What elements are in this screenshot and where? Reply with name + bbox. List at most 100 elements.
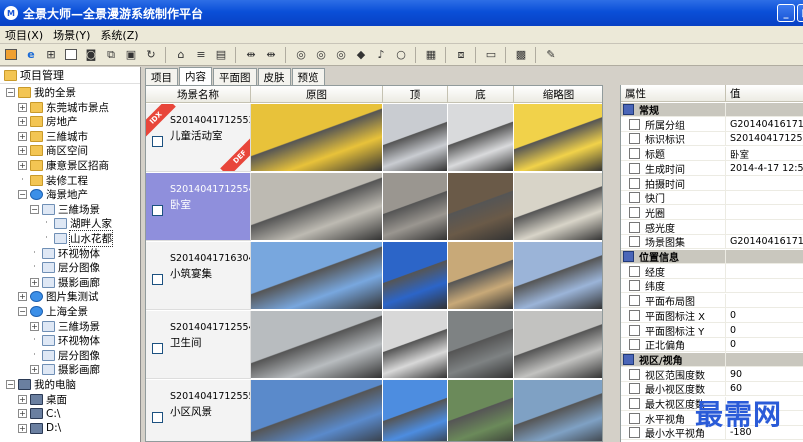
tree-node[interactable]: · 山水花都 [42,230,113,247]
property-row[interactable]: 经度 [621,264,803,279]
hotspot-edit-icon[interactable]: ◎ [332,46,350,64]
column-header[interactable]: 顶 [383,86,448,103]
table-row[interactable]: S20140417163041 小筑宴集 [146,242,602,310]
ie-icon[interactable]: e [22,46,40,64]
panorama-thumbnail[interactable] [251,104,383,172]
delete-icon[interactable]: ▤ [212,46,230,64]
tree-expander-icon[interactable]: − [6,380,15,389]
top-thumbnail[interactable] [383,380,448,441]
property-category[interactable]: 常规 [621,102,803,117]
copy-icon[interactable]: ⧉ [102,46,120,64]
tree-node[interactable]: − 三維场景 [30,202,100,217]
tree-node[interactable]: + 摄影画廊 [30,275,100,290]
table-row[interactable]: IDXDEFS20140417125539儿童活动室 [146,104,602,172]
row-checkbox[interactable] [152,412,163,423]
image-icon[interactable] [62,46,80,64]
tab-0[interactable]: 项目 [145,68,178,85]
new-project-icon[interactable] [2,46,20,64]
bottom-thumbnail[interactable] [448,104,514,172]
tree-node[interactable]: + C:\ [18,406,60,421]
tree-expander-icon[interactable]: + [18,161,27,170]
scene-name-cell[interactable]: S20140417125545 卫生间 [146,311,251,379]
refresh-icon[interactable]: ↻ [142,46,160,64]
column-header[interactable]: 场景名称 [146,86,251,103]
scene-name-cell[interactable]: S20140417125552 小区风景 [146,380,251,441]
panorama-thumbnail[interactable] [251,173,383,241]
tree-node[interactable]: + 房地产 [18,114,78,129]
property-value[interactable]: 卧室 [726,147,803,161]
tree-node[interactable]: − 上海全景 [18,304,88,319]
tree-expander-icon[interactable]: + [18,146,27,156]
menu-project[interactable]: 项目(X) [0,27,48,43]
top-thumbnail[interactable] [383,311,448,379]
tree-node[interactable]: + 东莞城市景点 [18,100,109,115]
property-value[interactable]: S20140417125543 [726,133,803,144]
table-row[interactable]: S20140417125552 小区风景 [146,380,602,441]
video-icon[interactable]: ▭ [482,46,500,64]
property-row[interactable]: 平面图标注 X 0 [621,308,803,323]
tree-expander-icon[interactable]: + [18,423,27,433]
box-icon[interactable]: ◆ [352,46,370,64]
property-category[interactable]: 视区/视角 [621,352,803,367]
table-row[interactable]: S20140417125543 卧室 [146,173,602,241]
tree-node[interactable]: + 三維城市 [18,129,88,144]
scene-name-cell[interactable]: IDXDEFS20140417125539儿童活动室 [146,104,251,172]
row-checkbox[interactable] [152,136,163,147]
tree-expander-icon[interactable]: + [18,409,27,419]
tree-expander-icon[interactable]: + [30,277,39,287]
tree-node[interactable]: + 图片集测试 [18,289,99,304]
row-checkbox[interactable] [152,205,163,216]
scene-name-cell[interactable]: S20140417125543 卧室 [146,173,251,241]
column-header[interactable]: 缩略图 [514,86,602,103]
property-value[interactable]: G20140416171929 [726,119,803,130]
tree-node[interactable]: − 海景地产 [18,187,88,202]
property-row[interactable]: 正北偏角 0 [621,337,803,353]
property-row[interactable]: 生成时间 2014-4-17 12:55:43 [621,161,803,176]
tree-expander-icon[interactable]: + [18,394,27,404]
move-right-icon[interactable]: ⇹ [262,46,280,64]
property-row[interactable]: 平面图标注 Y 0 [621,323,803,338]
property-row[interactable]: 标题 卧室 [621,146,803,162]
column-header[interactable]: 原图 [251,86,383,103]
preview-thumbnail[interactable] [514,380,602,441]
top-thumbnail[interactable] [383,242,448,310]
maximize-button[interactable]: □ [797,4,803,22]
tab-2[interactable]: 平面图 [213,68,257,85]
property-row[interactable]: 纬度 [621,278,803,294]
tree-node[interactable]: + 商区空间 [18,143,88,158]
tree-node[interactable]: · 层分图像 [30,260,100,275]
publish-icon[interactable]: ▩ [512,46,530,64]
property-row[interactable]: 快门 [621,190,803,206]
title-bar[interactable]: M 全景大师—全景漫游系统制作平台 _ □ [0,0,803,26]
scene-name-cell[interactable]: S20140417163041 小筑宴集 [146,242,251,310]
property-row[interactable]: 感光度 [621,220,803,235]
tree-node[interactable]: + 桌面 [18,392,67,407]
property-row[interactable]: 拍摄时间 [621,176,803,191]
tree-node[interactable]: · 装修工程 [18,173,88,188]
sound-icon[interactable]: ♪ [372,46,390,64]
column-header[interactable]: 底 [448,86,514,103]
scene-grid[interactable]: 场景名称原图顶底缩略图 IDXDEFS20140417125539儿童活动室S2… [145,85,603,442]
tree-node[interactable]: + D:\ [18,421,61,436]
minimize-button[interactable]: _ [777,4,795,22]
tree-expander-icon[interactable]: + [18,292,27,302]
tree-expander-icon[interactable]: − [18,307,27,316]
tree-expander-icon[interactable]: − [6,88,15,97]
tree-expander-icon[interactable]: + [30,321,39,331]
table-row[interactable]: S20140417125545 卫生间 [146,311,602,379]
panorama-thumbnail[interactable] [251,311,383,379]
tab-3[interactable]: 皮肤 [257,68,291,85]
property-row[interactable]: 光圈 [621,205,803,220]
property-category[interactable]: 位置信息 [621,249,803,264]
tree-node[interactable]: + 康意景区招商 [18,158,109,173]
tree-node[interactable]: · 层分图像 [30,348,100,363]
edit-icon[interactable]: ✎ [542,46,560,64]
move-left-icon[interactable]: ⇹ [242,46,260,64]
tree-expander-icon[interactable]: + [30,365,39,375]
row-checkbox[interactable] [152,274,163,285]
tree-node[interactable]: − 我的全景 [6,85,76,100]
tree-node[interactable]: − 我的电脑 [6,377,76,392]
property-value[interactable]: 2014-4-17 12:55:43 [726,163,803,174]
tree-node[interactable]: · 湖畔人家 [42,216,112,231]
grid-icon[interactable]: ▦ [422,46,440,64]
